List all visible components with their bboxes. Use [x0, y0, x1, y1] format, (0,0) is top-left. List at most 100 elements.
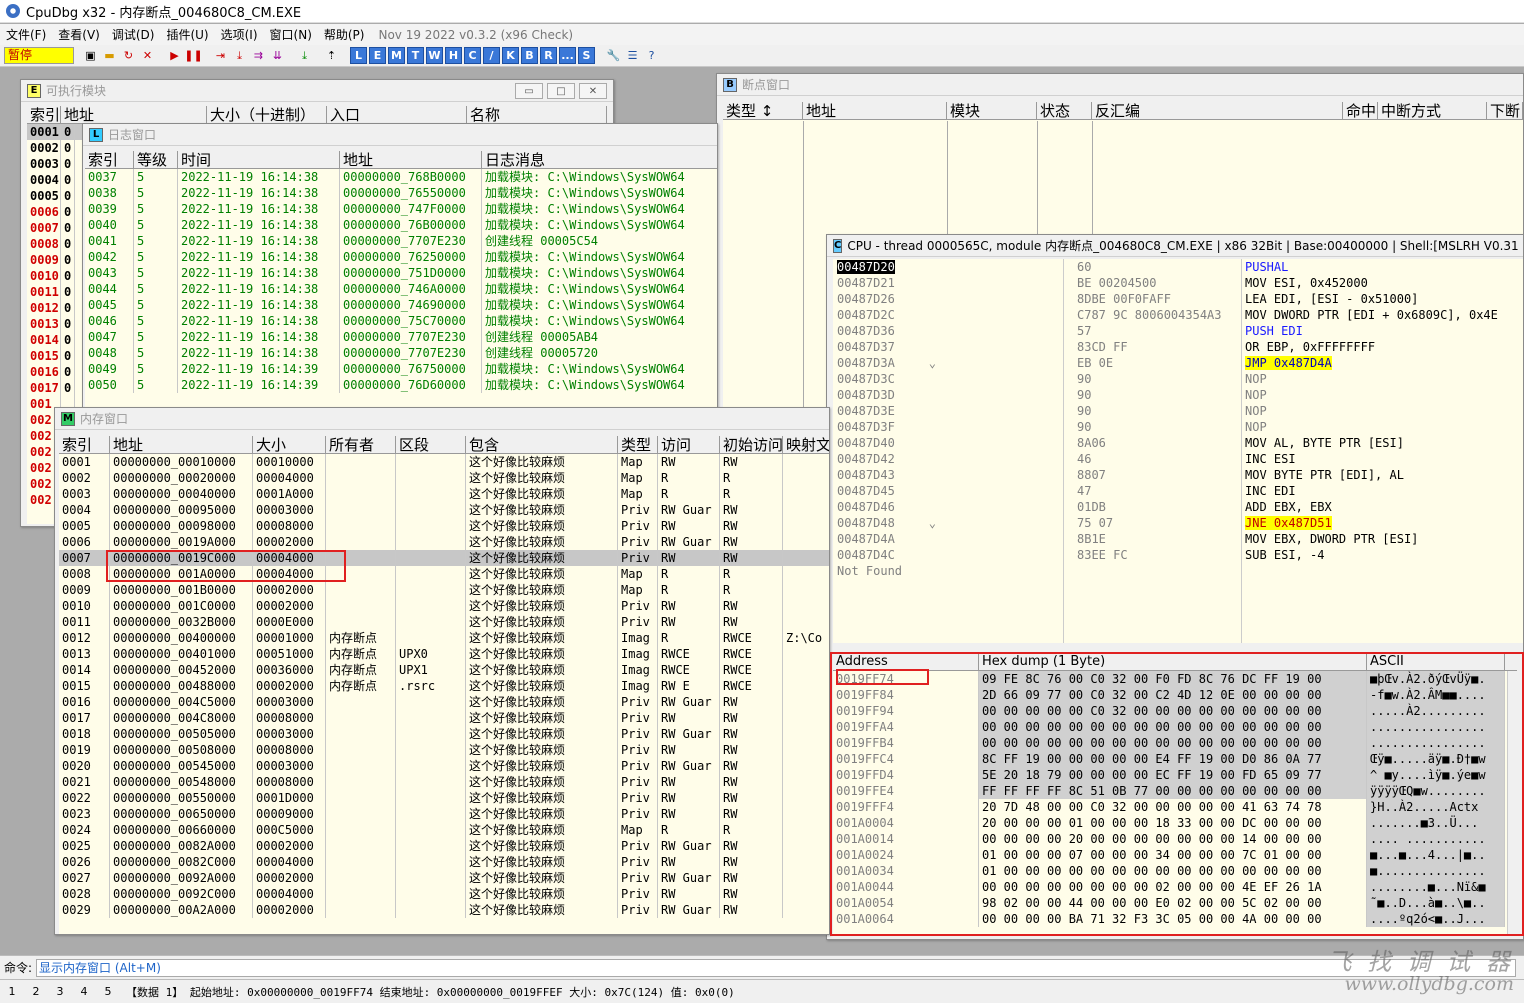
dump-row[interactable]: 0019FF94 00 00 00 00 00 C0 32 00 00 00 00…	[833, 703, 1517, 719]
col-disasm[interactable]: 反汇编	[1092, 102, 1343, 119]
disassembly-row[interactable]: 00487D46 01DB ADD EBX, EBX	[833, 499, 1523, 515]
col-dump-address[interactable]: Address	[833, 653, 979, 670]
disassembly-row[interactable]: 00487D3D 90 NOP	[833, 387, 1523, 403]
memory-row[interactable]: 0025 00000000_0082A000 00002000 这个好像比较麻烦 Pri…	[59, 838, 829, 854]
memory-row[interactable]: 0011 00000000_0032B000 0000E000 这个好像比较麻烦 Pri…	[59, 614, 829, 630]
memory-row[interactable]: 0015 00000000_00488000 00002000 内存断点 .rsrc 这个…	[59, 678, 829, 694]
disassembly-row[interactable]: 00487D3E 90 NOP	[833, 403, 1523, 419]
col-contains[interactable]: 包含	[466, 436, 618, 453]
disassembly-row[interactable]: 00487D20 60 PUSHAL	[833, 259, 1523, 275]
memory-row[interactable]: 0023 00000000_00650000 00009000 这个好像比较麻烦 Pri…	[59, 806, 829, 822]
memory-row[interactable]: 0024 00000000_00660000 000C5000 这个好像比较麻烦 Map…	[59, 822, 829, 838]
memory-row[interactable]: 0016 00000000_004C5000 00003000 这个好像比较麻烦 Pri…	[59, 694, 829, 710]
wrench-icon[interactable]: 🔧	[605, 47, 622, 64]
memory-row[interactable]: 0006 00000000_0019A000 00002000 这个好像比较麻烦 Pri…	[59, 534, 829, 550]
run-trace-button[interactable]: ...	[559, 47, 576, 64]
menu-view[interactable]: 查看(V)	[52, 25, 106, 45]
breakpoints-window-button[interactable]: B	[521, 47, 538, 64]
log-row[interactable]: 0040 5 2022-11-19 16:14:38 00000000_76B0000…	[85, 217, 717, 233]
close-icon[interactable]: ✕	[139, 47, 156, 64]
list-icon[interactable]: ☰	[624, 47, 641, 64]
menu-options[interactable]: 选项(I)	[215, 25, 264, 45]
disassembly-row[interactable]: 00487D3C 90 NOP	[833, 371, 1523, 387]
col-hits[interactable]: 命中	[1343, 102, 1378, 119]
memory-row[interactable]: 0012 00000000_00400000 00001000 内存断点 这个好像比较麻…	[59, 630, 829, 646]
dump-tab-1[interactable]: 1	[0, 985, 24, 998]
col-address[interactable]: 地址	[803, 102, 947, 119]
col-address[interactable]: 地址	[61, 106, 207, 123]
log-row[interactable]: 0047 5 2022-11-19 16:14:38 00000000_7707E23…	[85, 329, 717, 345]
dump-row[interactable]: 0019FFD4 5E 20 18 79 00 00 00 00 EC FF 19…	[833, 767, 1517, 783]
col-condition[interactable]: 下断	[1487, 102, 1523, 119]
log-row[interactable]: 0046 5 2022-11-19 16:14:38 00000000_75C7000…	[85, 313, 717, 329]
col-size[interactable]: 大小	[253, 436, 326, 453]
step-over-icon[interactable]: ⤓	[231, 47, 248, 64]
references-window-button[interactable]: R	[540, 47, 557, 64]
dump-row[interactable]: 001A0054 98 02 00 00 44 00 00 00 E0 02 00…	[833, 895, 1517, 911]
memory-row[interactable]: 0002 00000000_00020000 00004000 这个好像比较麻烦 Map…	[59, 470, 829, 486]
log-row[interactable]: 0041 5 2022-11-19 16:14:38 00000000_7707E23…	[85, 233, 717, 249]
open-icon[interactable]: ▣	[82, 47, 99, 64]
disassembly-row[interactable]: 00487D26 8DBE 00F0FAFF LEA EDI, [ESI - 0x5…	[833, 291, 1523, 307]
log-row[interactable]: 0050 5 2022-11-19 16:14:39 00000000_76D6000…	[85, 377, 717, 393]
log-row[interactable]: 0048 5 2022-11-19 16:14:38 00000000_7707E23…	[85, 345, 717, 361]
help-icon[interactable]: ?	[643, 47, 660, 64]
disassembly-row[interactable]: 00487D48 ⌄ 75 07 JNE 0x487D51	[833, 515, 1523, 531]
memory-row[interactable]: 0009 00000000_001B0000 00002000 这个好像比较麻烦 Map…	[59, 582, 829, 598]
col-type[interactable]: 类型	[618, 436, 658, 453]
command-input[interactable]: 显示内存窗口 (Alt+M)	[36, 958, 1517, 977]
menu-window[interactable]: 窗口(N)	[264, 25, 318, 45]
handles-window-button[interactable]: H	[445, 47, 462, 64]
menu-debug[interactable]: 调试(D)	[106, 25, 161, 45]
memory-row[interactable]: 0026 00000000_0082C000 00004000 这个好像比较麻烦 Pri…	[59, 854, 829, 870]
memory-row[interactable]: 0019 00000000_00508000 00008000 这个好像比较麻烦 Pri…	[59, 742, 829, 758]
memory-row[interactable]: 0028 00000000_0092C000 00004000 这个好像比较麻烦 Pri…	[59, 886, 829, 902]
dump-row[interactable]: 0019FFF4 20 7D 48 00 00 C0 32 00 00 00 00…	[833, 799, 1517, 815]
memory-row[interactable]: 0017 00000000_004C8000 00008000 这个好像比较麻烦 Pri…	[59, 710, 829, 726]
dump-tab-2[interactable]: 2	[24, 985, 48, 998]
log-row[interactable]: 0038 5 2022-11-19 16:14:38 00000000_7655000…	[85, 185, 717, 201]
dump-tab-4[interactable]: 4	[72, 985, 96, 998]
memory-row[interactable]: 0014 00000000_00452000 00036000 内存断点 UPX1 这个好…	[59, 662, 829, 678]
threads-window-button[interactable]: T	[407, 47, 424, 64]
modules-window-button[interactable]: E	[369, 47, 386, 64]
run-icon[interactable]: ▶	[166, 47, 183, 64]
step-into-icon[interactable]: ⇥	[212, 47, 229, 64]
windows-window-button[interactable]: W	[426, 47, 443, 64]
col-dump-hex[interactable]: Hex dump (1 Byte)	[979, 653, 1367, 670]
disassembly-row[interactable]: 00487D2C C787 9C 8006004354A3 MOV DWORD PT…	[833, 307, 1523, 323]
log-row[interactable]: 0045 5 2022-11-19 16:14:38 00000000_7469000…	[85, 297, 717, 313]
col-index[interactable]: 索引	[27, 106, 61, 123]
close-button[interactable]: ✕	[579, 83, 607, 99]
callstack-window-button[interactable]: K	[502, 47, 519, 64]
disassembly-row[interactable]: 00487D40 8A06 MOV AL, BYTE PTR [ESI]	[833, 435, 1523, 451]
col-mapped-file[interactable]: 映射文	[783, 436, 829, 453]
memory-row[interactable]: 0022 00000000_00550000 0001D000 这个好像比较麻烦 Pri…	[59, 790, 829, 806]
col-index[interactable]: 索引	[59, 436, 110, 453]
col-access[interactable]: 访问	[658, 436, 720, 453]
col-name[interactable]: 名称	[467, 106, 607, 123]
log-row[interactable]: 0037 5 2022-11-19 16:14:38 00000000_768B000…	[85, 169, 717, 185]
maximize-button[interactable]: □	[547, 83, 575, 99]
col-state[interactable]: 状态	[1037, 102, 1092, 119]
memory-window-button[interactable]: M	[388, 47, 405, 64]
col-module[interactable]: 模块	[947, 102, 1037, 119]
memory-row[interactable]: 0027 00000000_0092A000 00002000 这个好像比较麻烦 Pri…	[59, 870, 829, 886]
dump-row[interactable]: 001A0014 00 00 00 00 20 00 00 00 00 00 00…	[833, 831, 1517, 847]
execute-till-return-icon[interactable]: ⤓	[296, 47, 313, 64]
dump-row[interactable]: 001A0024 01 00 00 00 07 00 00 00 34 00 00…	[833, 847, 1517, 863]
memory-row[interactable]: 0005 00000000_00098000 00008000 这个好像比较麻烦 Pri…	[59, 518, 829, 534]
memory-row[interactable]: 0004 00000000_00095000 00003000 这个好像比较麻烦 Pri…	[59, 502, 829, 518]
memory-row[interactable]: 0021 00000000_00548000 00008000 这个好像比较麻烦 Pri…	[59, 774, 829, 790]
dump-tab-3[interactable]: 3	[48, 985, 72, 998]
dump-row[interactable]: 001A0004 20 00 00 00 01 00 00 00 18 33 00…	[833, 815, 1517, 831]
memory-row[interactable]: 0020 00000000_00545000 00003000 这个好像比较麻烦 Pri…	[59, 758, 829, 774]
log-row[interactable]: 0042 5 2022-11-19 16:14:38 00000000_7625000…	[85, 249, 717, 265]
col-initial-access[interactable]: 初始访问	[720, 436, 783, 453]
minimize-button[interactable]: ▭	[515, 83, 543, 99]
disassembly-row[interactable]: 00487D21 BE 00204500 MOV ESI, 0x452000	[833, 275, 1523, 291]
memory-row[interactable]: 0001 00000000_00010000 00010000 这个好像比较麻烦 Map…	[59, 454, 829, 470]
source-window-button[interactable]: S	[578, 47, 595, 64]
col-level[interactable]: 等级	[134, 151, 178, 168]
log-row[interactable]: 0049 5 2022-11-19 16:14:39 00000000_7675000…	[85, 361, 717, 377]
